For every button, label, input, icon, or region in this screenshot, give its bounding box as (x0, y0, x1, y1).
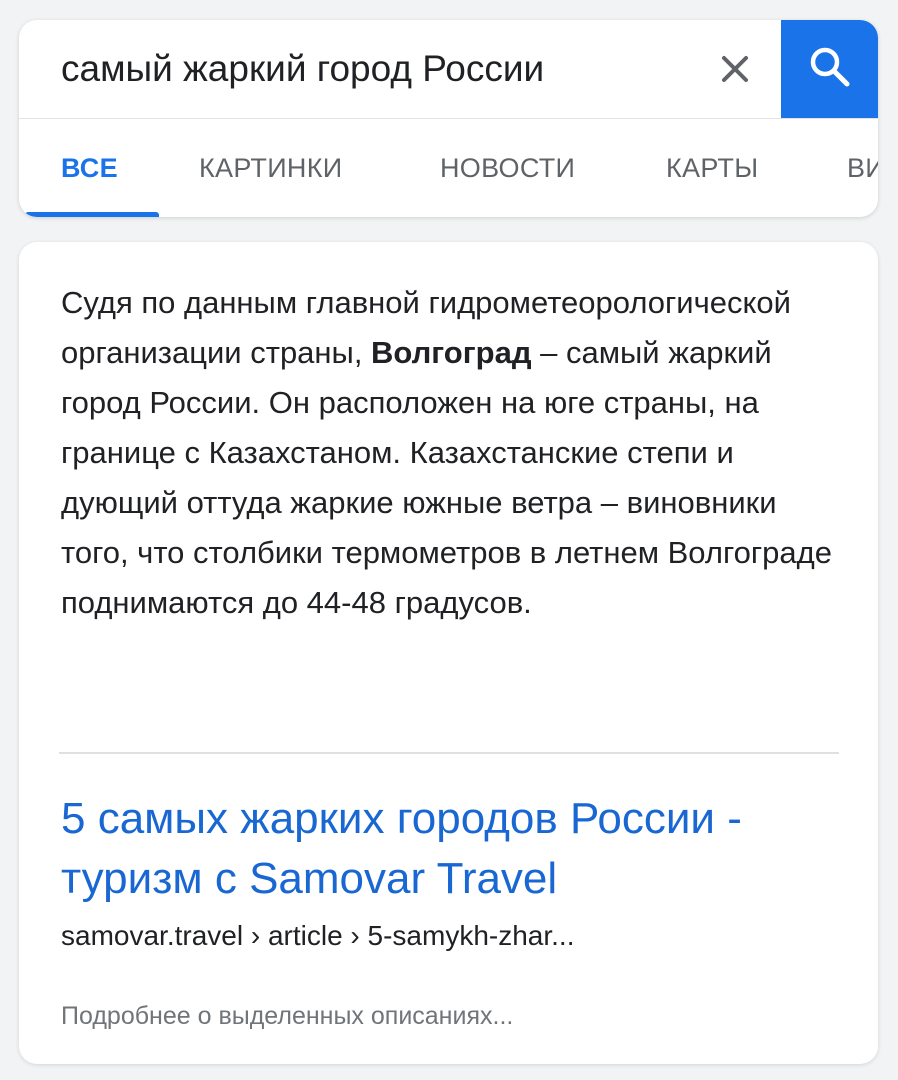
search-button[interactable] (781, 20, 878, 118)
tab-images[interactable]: КАРТИНКИ (199, 153, 342, 184)
tab-video[interactable]: ВИ (847, 153, 878, 184)
search-header: самый жаркий город России ВСЕ КАРТИНКИ Н… (19, 20, 878, 217)
search-icon (807, 44, 853, 95)
search-input[interactable]: самый жаркий город России (61, 48, 544, 90)
about-featured-snippets-link[interactable]: Подробнее о выделенных описаниях... (61, 1002, 513, 1031)
tab-news[interactable]: НОВОСТИ (440, 153, 575, 184)
tab-maps[interactable]: КАРТЫ (666, 153, 758, 184)
close-icon (720, 54, 750, 89)
clear-button[interactable] (709, 45, 761, 97)
tab-all[interactable]: ВСЕ (61, 153, 118, 184)
result-url: samovar.travel › article › 5-samykh-zhar… (61, 920, 575, 951)
featured-snippet-card: Судя по данным главной гидрометеорологич… (19, 242, 878, 1064)
divider (59, 752, 839, 754)
snippet-text-after: – самый жаркий город России. Он располож… (61, 335, 832, 620)
search-tabs: ВСЕ КАРТИНКИ НОВОСТИ КАРТЫ ВИ (19, 119, 878, 217)
search-bar: самый жаркий город России (19, 20, 878, 119)
featured-snippet-text: Судя по данным главной гидрометеорологич… (61, 278, 851, 628)
result-title-link[interactable]: 5 самых жарких городов России - туризм с… (61, 789, 851, 909)
active-tab-indicator (25, 212, 159, 217)
snippet-highlight: Волгоград (371, 335, 532, 370)
